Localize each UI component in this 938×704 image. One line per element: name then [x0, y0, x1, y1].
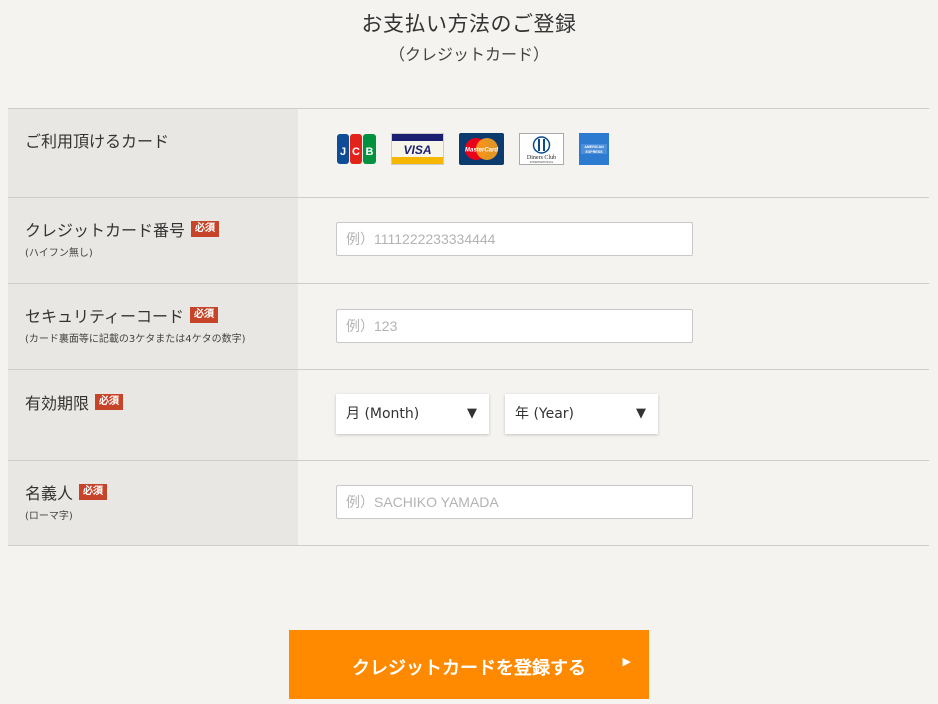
accepted-cards-label-cell: ご利用頂けるカード — [8, 109, 298, 197]
security-code-input[interactable] — [336, 309, 693, 343]
mastercard-logo: MasterCard — [459, 133, 504, 165]
card-number-label: クレジットカード番号 — [25, 221, 186, 240]
svg-text:VISA: VISA — [403, 143, 431, 157]
register-card-button-label: クレジットカードを登録する — [352, 658, 586, 679]
page-subtitle: （クレジットカード） — [388, 45, 549, 64]
card-number-row: クレジットカード番号 必須 (ハイフン無し) — [8, 198, 929, 284]
holder-name-value-cell — [298, 461, 929, 545]
card-number-input[interactable] — [336, 222, 693, 256]
expiry-month-value: 月 (Month) — [346, 406, 420, 422]
holder-name-sublabel: (ローマ字) — [25, 511, 73, 522]
accepted-cards-value-cell: J C B VISA MasterCard Diners Club INTERN… — [298, 109, 929, 197]
card-number-value-cell — [298, 198, 929, 283]
security-code-value-cell — [298, 284, 929, 369]
expiry-year-value: 年 (Year) — [515, 406, 575, 422]
svg-text:J: J — [340, 146, 346, 158]
dropdown-arrow-icon: ▼ — [636, 406, 646, 421]
svg-text:INTERNATIONAL: INTERNATIONAL — [530, 160, 554, 164]
card-logos: J C B VISA MasterCard Diners Club INTERN… — [337, 133, 624, 165]
required-badge: 必須 — [79, 484, 108, 500]
svg-text:EXPRESS: EXPRESS — [586, 150, 604, 154]
security-code-label-cell: セキュリティーコード 必須 (カード裏面等に記載の3ケタまたは4ケタの数字) — [8, 284, 298, 369]
svg-text:B: B — [366, 146, 374, 158]
register-card-button[interactable]: クレジットカードを登録する ▶ — [289, 630, 649, 699]
visa-logo: VISA — [391, 133, 444, 165]
security-code-label: セキュリティーコード — [25, 307, 185, 326]
svg-text:MasterCard: MasterCard — [465, 148, 498, 154]
required-badge: 必須 — [191, 221, 220, 237]
expiry-row: 有効期限 必須 月 (Month) ▼ 年 (Year) ▼ — [8, 370, 929, 461]
diners-club-logo: Diners Club INTERNATIONAL — [519, 133, 564, 165]
expiry-month-select[interactable]: 月 (Month) ▼ — [336, 394, 489, 434]
security-code-row: セキュリティーコード 必須 (カード裏面等に記載の3ケタまたは4ケタの数字) — [8, 284, 929, 370]
dropdown-arrow-icon: ▼ — [467, 406, 477, 421]
arrow-right-icon: ▶ — [622, 655, 631, 668]
card-number-label-cell: クレジットカード番号 必須 (ハイフン無し) — [8, 198, 298, 283]
card-number-sublabel: (ハイフン無し) — [25, 248, 93, 259]
credit-card-form: ご利用頂けるカード J C B VISA MasterCard Diners C… — [8, 108, 929, 546]
expiry-year-select[interactable]: 年 (Year) ▼ — [505, 394, 658, 434]
amex-logo: AMERICAN EXPRESS — [579, 133, 609, 165]
holder-name-row: 名義人 必須 (ローマ字) — [8, 461, 929, 546]
svg-text:AMERICAN: AMERICAN — [584, 145, 604, 149]
holder-name-label: 名義人 — [25, 484, 74, 503]
svg-text:C: C — [352, 146, 360, 158]
expiry-label-cell: 有効期限 必須 — [8, 370, 298, 460]
accepted-cards-label: ご利用頂けるカード — [25, 132, 170, 151]
security-code-sublabel: (カード裏面等に記載の3ケタまたは4ケタの数字) — [25, 334, 246, 345]
accepted-cards-row: ご利用頂けるカード J C B VISA MasterCard Diners C… — [8, 109, 929, 198]
required-badge: 必須 — [190, 307, 219, 323]
expiry-label: 有効期限 — [25, 394, 90, 413]
expiry-value-cell: 月 (Month) ▼ 年 (Year) ▼ — [298, 370, 929, 460]
jcb-logo: J C B — [337, 133, 376, 165]
page-title: お支払い方法のご登録 — [361, 12, 577, 36]
required-badge: 必須 — [95, 394, 124, 410]
holder-name-label-cell: 名義人 必須 (ローマ字) — [8, 461, 298, 545]
holder-name-input[interactable] — [336, 485, 693, 519]
